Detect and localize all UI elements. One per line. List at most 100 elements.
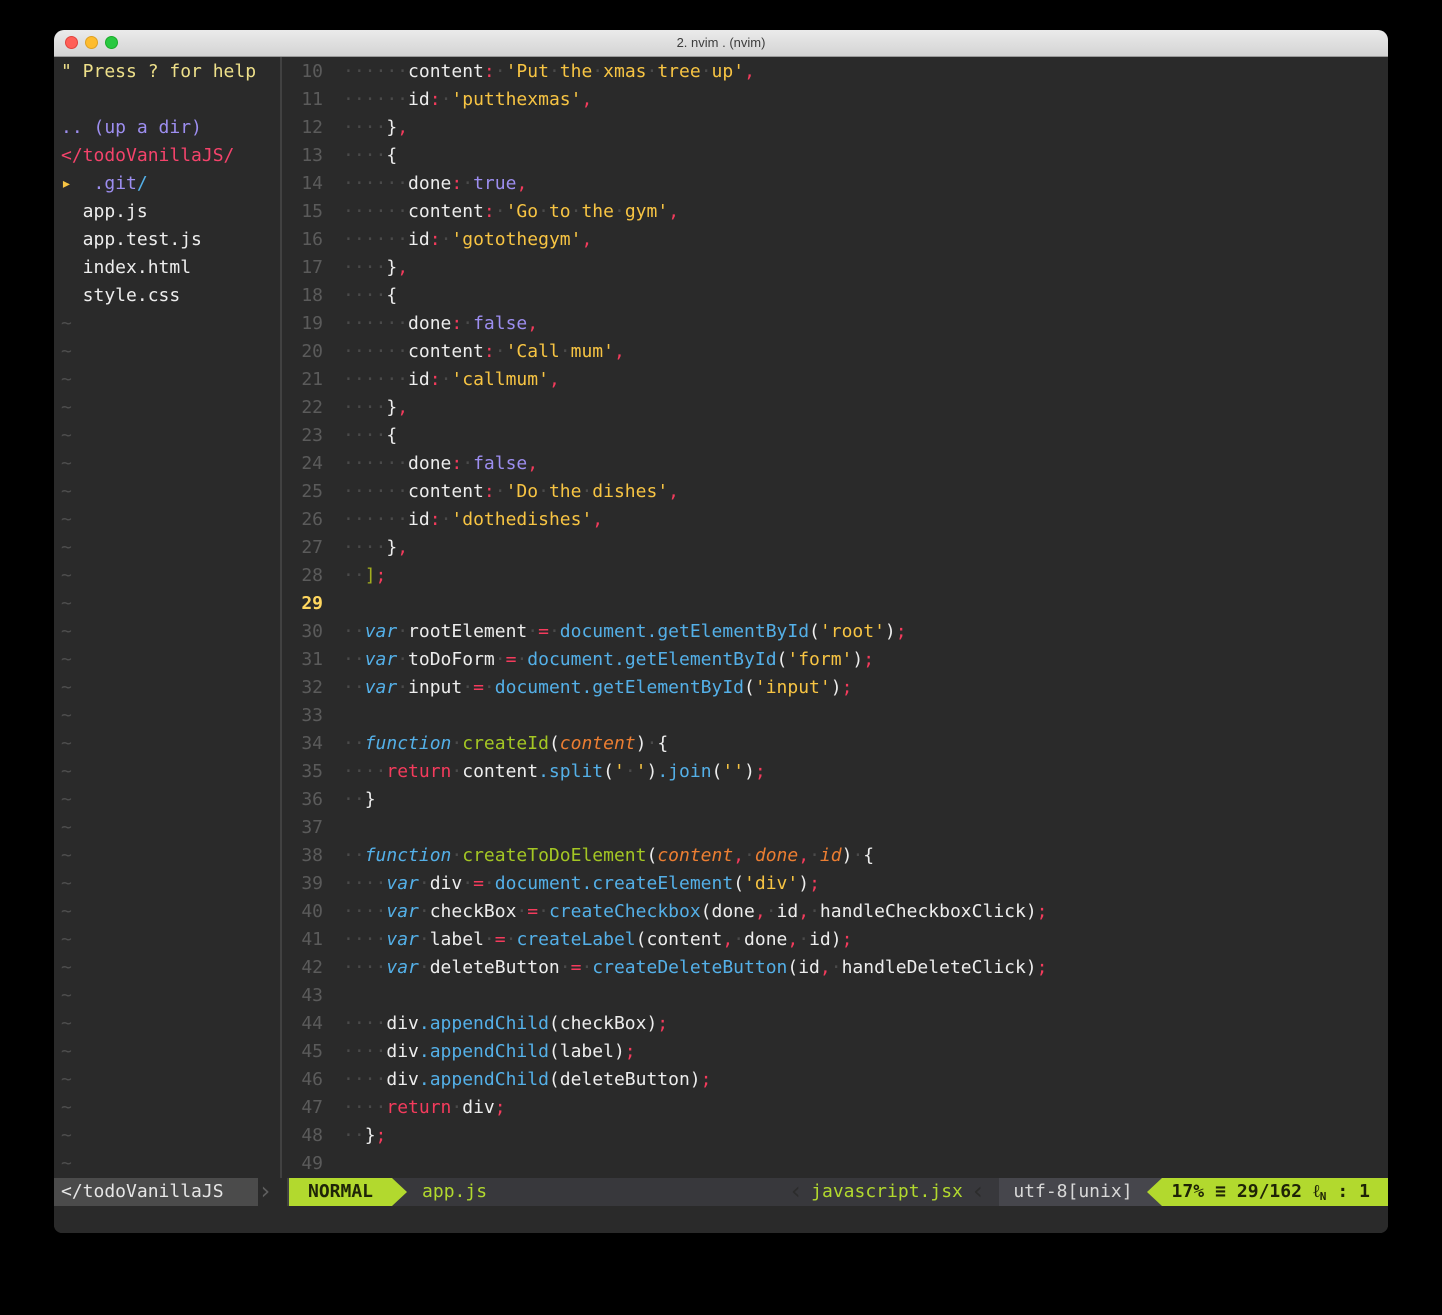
line-number: 19: [282, 310, 323, 338]
code-line[interactable]: 13····{: [282, 142, 1388, 170]
empty-line-tilde: ~: [54, 786, 280, 814]
tree-item[interactable]: app.test.js: [54, 226, 280, 254]
code-line[interactable]: 22····},: [282, 394, 1388, 422]
code-line[interactable]: 43: [282, 982, 1388, 1010]
tree-item[interactable]: style.css: [54, 282, 280, 310]
code-line[interactable]: 38··function·createToDoElement(content,·…: [282, 842, 1388, 870]
empty-line-tilde: ~: [54, 954, 280, 982]
line-number: 24: [282, 450, 323, 478]
empty-line-tilde: ~: [54, 1010, 280, 1038]
maximize-button[interactable]: [105, 36, 118, 49]
code-line[interactable]: 11······id:·'putthexmas',: [282, 86, 1388, 114]
code-line[interactable]: 32 ··var·input·=·document.getElementById(…: [282, 674, 1388, 702]
close-button[interactable]: [65, 36, 78, 49]
code-line[interactable]: 48··};: [282, 1122, 1388, 1150]
line-number: 25: [282, 478, 323, 506]
code-text: ······id:·'putthexmas',: [343, 86, 592, 114]
code-line[interactable]: 40····var·checkBox·=·createCheckbox(done…: [282, 898, 1388, 926]
code-line[interactable]: 46····div.appendChild(deleteButton);: [282, 1066, 1388, 1094]
code-text: ··function·createId(content)·{: [343, 730, 668, 758]
tree-item[interactable]: " Press ? for help: [54, 58, 280, 86]
code-line[interactable]: 45····div.appendChild(label);: [282, 1038, 1388, 1066]
code-line[interactable]: 39····var·div·=·document.createElement('…: [282, 870, 1388, 898]
empty-line-tilde: ~: [54, 674, 280, 702]
code-editor[interactable]: 10······content:·'Put·the·xmas·tree·up',…: [282, 57, 1388, 1178]
code-line[interactable]: 16······id:·'gotothegym',: [282, 226, 1388, 254]
line-number: 18: [282, 282, 323, 310]
code-line[interactable]: 31··var·toDoForm·=·document.getElementBy…: [282, 646, 1388, 674]
code-text: ····},: [343, 394, 408, 422]
empty-line-tilde: ~: [54, 646, 280, 674]
statusline: </todoVanillaJS › NORMAL app.js ‹ javasc…: [54, 1178, 1388, 1206]
code-line[interactable]: 49: [282, 1150, 1388, 1178]
statusline-gap: [270, 1178, 289, 1206]
empty-line-tilde: ~: [54, 422, 280, 450]
code-line[interactable]: 18····{: [282, 282, 1388, 310]
empty-line-tilde: ~: [54, 842, 280, 870]
code-line[interactable]: 24······done:·false,: [282, 450, 1388, 478]
code-line[interactable]: 41····var·label·=·createLabel(content,·d…: [282, 926, 1388, 954]
tree-item[interactable]: app.js: [54, 198, 280, 226]
line-number: 32: [282, 674, 323, 702]
code-line[interactable]: 14······done:·true,: [282, 170, 1388, 198]
command-line[interactable]: [54, 1206, 1388, 1233]
code-text: ····},: [343, 254, 408, 282]
separator-left-icon: ‹: [781, 1178, 811, 1206]
line-number: 20: [282, 338, 323, 366]
empty-line-tilde: ~: [54, 534, 280, 562]
code-line[interactable]: 33: [282, 702, 1388, 730]
code-line[interactable]: 35····return·content.split('·').join('')…: [282, 758, 1388, 786]
code-line[interactable]: 47····return·div;: [282, 1094, 1388, 1122]
code-line[interactable]: 36··}: [282, 786, 1388, 814]
terminal-window: 2. nvim . (nvim) " Press ? for help .. (u…: [54, 30, 1388, 1233]
tree-item[interactable]: index.html: [54, 254, 280, 282]
code-line[interactable]: 44····div.appendChild(checkBox);: [282, 1010, 1388, 1038]
tree-item[interactable]: ▸ .git/: [54, 170, 280, 198]
code-line[interactable]: 21······id:·'callmum',: [282, 366, 1388, 394]
empty-line-tilde: ~: [54, 702, 280, 730]
code-line[interactable]: 23····{: [282, 422, 1388, 450]
nvim-content: " Press ? for help .. (up a dir)</todoVan…: [54, 57, 1388, 1178]
tree-item[interactable]: [54, 86, 280, 114]
line-number: 28: [282, 562, 323, 590]
code-line[interactable]: 25······content:·'Do·the·dishes',: [282, 478, 1388, 506]
code-line[interactable]: 17 ····},: [282, 254, 1388, 282]
nerdtree-file-explorer[interactable]: " Press ? for help .. (up a dir)</todoVan…: [54, 57, 280, 1178]
traffic-lights: [65, 36, 118, 49]
empty-line-tilde: ~: [54, 1094, 280, 1122]
minimize-button[interactable]: [85, 36, 98, 49]
code-line[interactable]: 30··var·rootElement·=·document.getElemen…: [282, 618, 1388, 646]
powerline-arrow-left-icon: [1147, 1178, 1162, 1206]
line-number: 36: [282, 786, 323, 814]
code-text: ······content:·'Go·to·the·gym',: [343, 198, 679, 226]
code-line[interactable]: 19······done:·false,: [282, 310, 1388, 338]
code-text: ··var·input·=·document.getElementById('i…: [343, 674, 852, 702]
code-line[interactable]: 10······content:·'Put·the·xmas·tree·up',: [282, 58, 1388, 86]
code-line[interactable]: 26······id:·'dothedishes',: [282, 506, 1388, 534]
code-text: ····return·content.split('·').join('');: [343, 758, 766, 786]
code-line[interactable]: 42····var·deleteButton·=·createDeleteBut…: [282, 954, 1388, 982]
line-number: 15: [282, 198, 323, 226]
code-text: ····var·label·=·createLabel(content,·don…: [343, 926, 852, 954]
tree-item[interactable]: </todoVanillaJS/: [54, 142, 280, 170]
code-line[interactable]: 29: [282, 590, 1388, 618]
code-line[interactable]: 15 ······content:·'Go·to·the·gym',: [282, 198, 1388, 226]
colon-separator: :: [1337, 1178, 1348, 1206]
code-text: ······id:·'dothedishes',: [343, 506, 603, 534]
nerdtree-statusline-label: </todoVanillaJS: [54, 1178, 258, 1206]
code-text: ····{: [343, 142, 397, 170]
line-number: 46: [282, 1066, 323, 1094]
code-line[interactable]: 20······content:·'Call·mum',: [282, 338, 1388, 366]
line-number: 17: [282, 254, 323, 282]
code-line[interactable]: 28··];: [282, 562, 1388, 590]
tree-item[interactable]: .. (up a dir): [54, 114, 280, 142]
code-line[interactable]: 12····},: [282, 114, 1388, 142]
line-number: 45: [282, 1038, 323, 1066]
code-line[interactable]: 37: [282, 814, 1388, 842]
line-number: 10: [282, 58, 323, 86]
code-line[interactable]: 34··function·createId(content)·{: [282, 730, 1388, 758]
titlebar[interactable]: 2. nvim . (nvim): [54, 30, 1388, 57]
scroll-percent: 17%: [1172, 1178, 1205, 1206]
code-line[interactable]: 27····},: [282, 534, 1388, 562]
line-number: 39: [282, 870, 323, 898]
